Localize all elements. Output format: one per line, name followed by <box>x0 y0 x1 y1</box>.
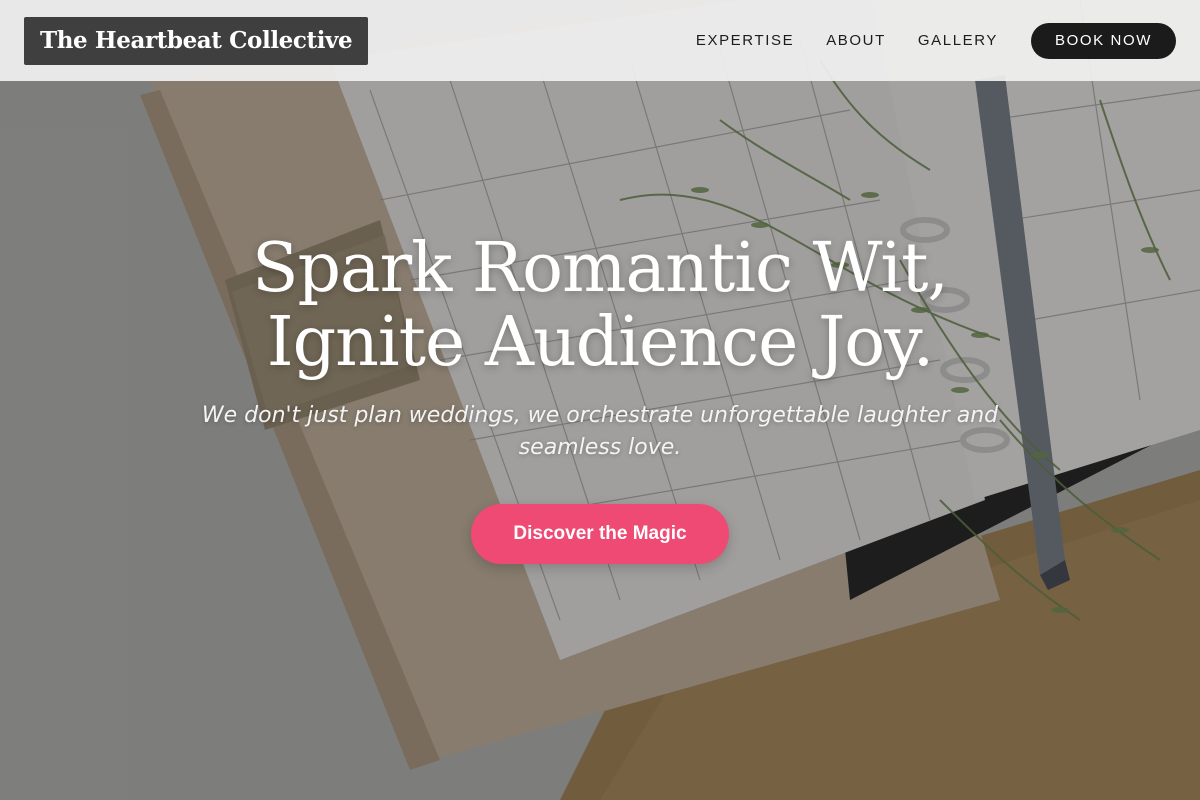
book-now-button[interactable]: BOOK NOW <box>1031 22 1176 59</box>
nav-link-about[interactable]: ABOUT <box>826 32 886 49</box>
discover-magic-button[interactable]: Discover the Magic <box>471 504 729 564</box>
hero-title-line-2: Ignite Audience Joy. <box>266 303 934 382</box>
hero-subtitle: We don't just plan weddings, we orchestr… <box>201 403 999 460</box>
hero-title-line-1: Spark Romantic Wit, <box>251 229 949 308</box>
main-nav: EXPERTISE ABOUT GALLERY BOOK NOW <box>696 22 1176 59</box>
nav-link-gallery[interactable]: GALLERY <box>918 32 998 49</box>
hero-section: Spark Romantic Wit, Ignite Audience Joy.… <box>0 232 1200 564</box>
hero-title: Spark Romantic Wit, Ignite Audience Joy. <box>0 232 1200 380</box>
site-header: The Heartbeat Collective EXPERTISE ABOUT… <box>0 0 1200 81</box>
logo-text: The Heartbeat Collective <box>40 27 353 54</box>
nav-link-expertise[interactable]: EXPERTISE <box>696 32 794 49</box>
site-logo[interactable]: The Heartbeat Collective <box>24 16 369 65</box>
